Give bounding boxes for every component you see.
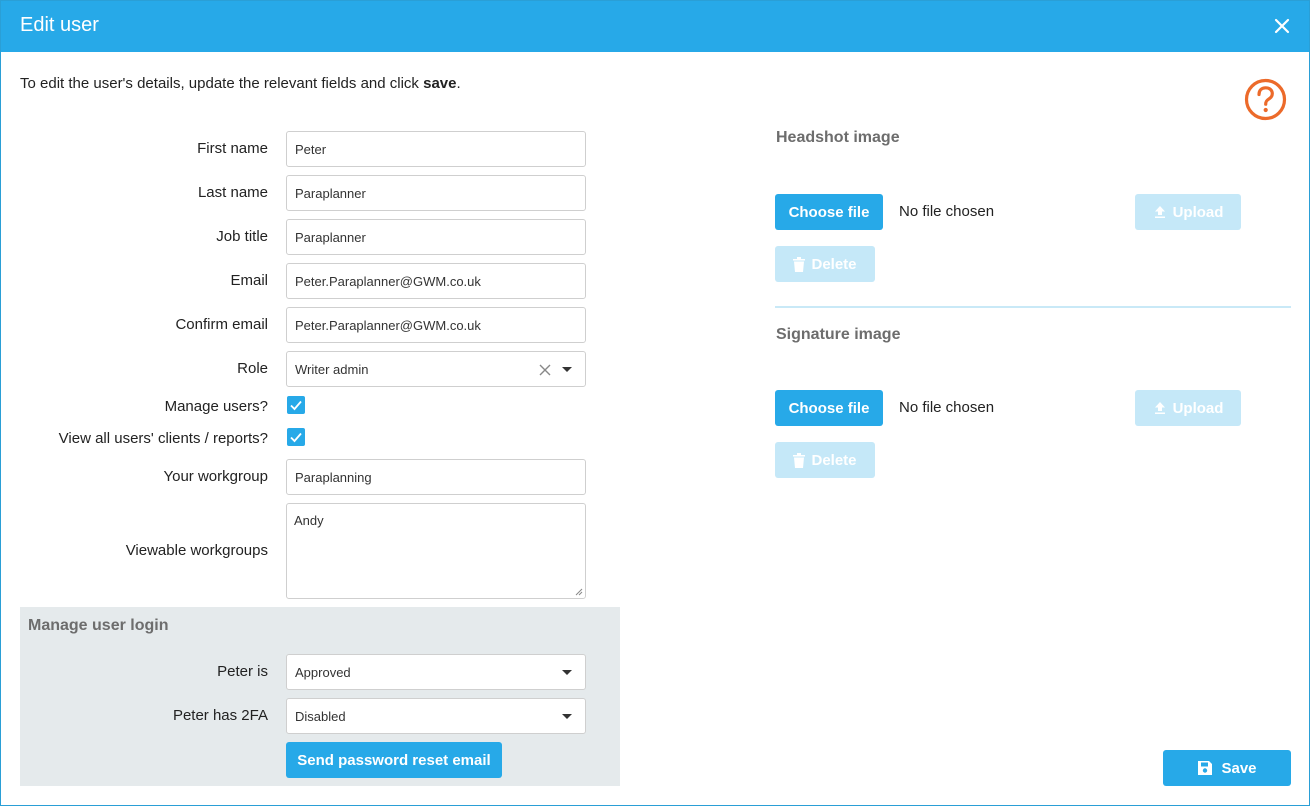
trash-icon [793, 452, 806, 468]
first-name-input[interactable]: Peter [286, 131, 586, 167]
clear-icon[interactable] [538, 363, 552, 377]
save-label: Save [1221, 759, 1257, 777]
dialog-titlebar: Edit user [1, 1, 1309, 52]
email-label: Email [230, 272, 268, 289]
last-name-input[interactable]: Paraplanner [286, 175, 586, 211]
twofa-label: Peter has 2FA [172, 707, 268, 724]
check-icon [290, 400, 302, 411]
signature-title: Signature image [776, 326, 901, 343]
confirm-email-input[interactable]: Peter.Paraplanner@GWM.co.uk [286, 307, 586, 343]
trash-icon [793, 256, 806, 272]
chevron-down-icon[interactable] [562, 714, 572, 719]
status-value: Approved [295, 664, 351, 680]
twofa-value: Disabled [295, 708, 346, 724]
first-name-label: First name [197, 140, 268, 157]
edit-user-dialog: Edit user To edit the user's details, up… [0, 0, 1310, 806]
headshot-title: Headshot image [776, 129, 900, 146]
job-title-input[interactable]: Paraplanner [286, 219, 586, 255]
email-input[interactable]: Peter.Paraplanner@GWM.co.uk [286, 263, 586, 299]
viewable-workgroups-value: Andy [294, 513, 324, 528]
dialog-title: Edit user [20, 14, 99, 36]
check-icon [290, 432, 302, 443]
headshot-upload-button[interactable]: Upload [1135, 194, 1241, 230]
view-all-label: View all users' clients / reports? [58, 430, 268, 447]
floppy-disk-icon [1198, 761, 1213, 775]
viewable-workgroups-label: Viewable workgroups [125, 542, 268, 559]
send-password-reset-button[interactable]: Send password reset email [286, 742, 502, 778]
confirm-email-label: Confirm email [175, 316, 268, 333]
manage-users-checkbox[interactable] [287, 396, 305, 414]
workgroup-label: Your workgroup [163, 468, 268, 485]
status-label: Peter is [217, 663, 268, 680]
signature-delete-label: Delete [811, 451, 857, 469]
headshot-upload-label: Upload [1172, 203, 1224, 221]
signature-upload-label: Upload [1172, 399, 1224, 417]
signature-choose-file-button[interactable]: Choose file [775, 390, 883, 426]
headshot-delete-label: Delete [811, 255, 857, 273]
last-name-label: Last name [197, 184, 268, 201]
section-divider [775, 306, 1291, 308]
intro-text: To edit the user's details, update the r… [20, 75, 461, 92]
manage-users-label: Manage users? [164, 398, 268, 415]
status-select[interactable]: Approved [286, 654, 586, 690]
twofa-select[interactable]: Disabled [286, 698, 586, 734]
upload-icon [1154, 402, 1165, 414]
resize-handle-icon[interactable] [575, 588, 583, 596]
headshot-delete-button[interactable]: Delete [775, 246, 875, 282]
workgroup-input[interactable]: Paraplanning [286, 459, 586, 495]
intro-prefix: To edit the user's details, update the r… [20, 75, 424, 92]
signature-no-file-text: No file chosen [899, 399, 995, 416]
intro-bold: save [423, 75, 457, 92]
view-all-checkbox[interactable] [287, 428, 305, 446]
upload-icon [1154, 206, 1165, 218]
viewable-workgroups-textarea[interactable]: Andy [286, 503, 586, 599]
chevron-down-icon[interactable] [562, 670, 572, 675]
save-button[interactable]: Save [1163, 750, 1291, 786]
headshot-no-file-text: No file chosen [899, 203, 995, 220]
job-title-label: Job title [216, 228, 268, 245]
help-icon[interactable] [1244, 78, 1287, 121]
role-label: Role [237, 360, 268, 377]
close-icon[interactable] [1271, 15, 1293, 37]
manage-login-title: Manage user login [28, 617, 169, 634]
intro-suffix: . [456, 75, 461, 92]
signature-delete-button[interactable]: Delete [775, 442, 875, 478]
headshot-choose-file-button[interactable]: Choose file [775, 194, 883, 230]
role-value: Writer admin [295, 361, 369, 377]
role-select[interactable]: Writer admin [286, 351, 586, 387]
chevron-down-icon[interactable] [562, 367, 572, 372]
signature-upload-button[interactable]: Upload [1135, 390, 1241, 426]
